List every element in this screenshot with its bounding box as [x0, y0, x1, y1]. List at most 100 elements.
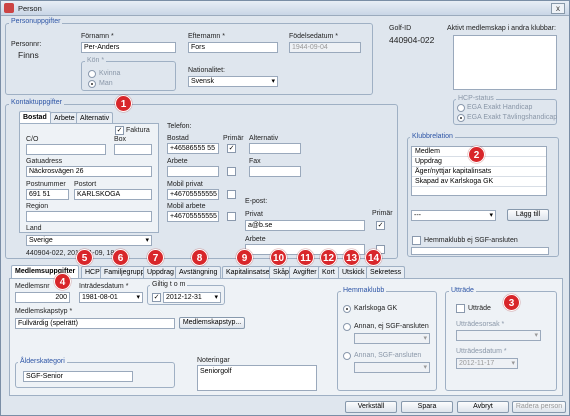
faktura-label: Faktura	[126, 127, 150, 134]
region-field[interactable]	[26, 211, 152, 222]
close-button[interactable]: x	[551, 3, 565, 14]
mobil-arbete-field[interactable]: +46705555555	[167, 211, 219, 222]
callout-badge-7: 7	[147, 249, 164, 266]
tab-utskick[interactable]: Utskick	[338, 266, 369, 278]
hemmaklubb-label: Hemmaklubb	[341, 287, 387, 294]
tab-kapitalinsatser[interactable]: Kapitalinsatser	[222, 266, 276, 278]
callout-badge-13: 13	[343, 249, 360, 266]
callout-badge-8: 8	[191, 249, 208, 266]
hcp-tavling-label: EGA Exakt Tävlingshandicap	[467, 114, 558, 121]
hemmaklubb-annan-ej-radio[interactable]	[343, 323, 351, 331]
arbete-phone-field[interactable]	[167, 166, 219, 177]
epost-arbete-label: Arbete	[245, 236, 266, 243]
telefon-label: Telefon:	[167, 123, 192, 130]
uttrade-checkbox-label: Utträde	[468, 305, 491, 312]
spara-button[interactable]: Spara	[401, 401, 453, 413]
radera-person-button[interactable]: Radera person	[512, 401, 566, 413]
tab-uppdrag[interactable]: Uppdrag	[143, 266, 178, 278]
gatuadress-field[interactable]: Näckrosvägen 26	[26, 166, 152, 177]
hemmaklubb-ej-sgf-label: Hemmaklubb ej SGF-ansluten	[424, 237, 518, 244]
fax-field[interactable]	[249, 166, 301, 177]
tab-sekretess[interactable]: Sekretess	[366, 266, 406, 278]
hemmaklubb-ej-sgf-checkbox[interactable]	[412, 236, 421, 245]
tab-avgifter[interactable]: Avgifter	[289, 266, 321, 278]
arbete-phone-label: Arbete	[167, 158, 188, 165]
golfid-value: 440904-022	[389, 35, 435, 45]
personnr-label: Personnr:	[11, 41, 42, 48]
intradesdatum-field[interactable]: 1981-08-01	[79, 292, 143, 303]
fax-label: Fax	[249, 158, 261, 165]
mobil-arbete-primar-checkbox[interactable]	[227, 212, 236, 221]
mobil-privat-field[interactable]: +46705555555	[167, 189, 219, 200]
medlemskapstyp-button[interactable]: Medlemskapstyp...	[179, 317, 245, 329]
list-item[interactable]: Skapad av Karlskoga GK	[412, 177, 546, 187]
personnr-value: Finns	[18, 50, 39, 60]
mobil-privat-primar-checkbox[interactable]	[227, 190, 236, 199]
fodelsedatum-label: Födelsedatum *	[289, 33, 339, 40]
noteringar-field[interactable]: Seniorgolf	[197, 365, 317, 391]
hemmaklubb-annan-sgf-radio[interactable]	[343, 352, 351, 360]
bostad-phone-field[interactable]: +46586555 55	[167, 143, 219, 154]
postnummer-field[interactable]: 691 51	[26, 189, 69, 200]
efternamn-field[interactable]: Fors	[188, 42, 278, 53]
tab-familjegrupp[interactable]: Familjegrupp	[100, 266, 149, 278]
uttradesdatum-label: Utträdesdatum *	[456, 348, 507, 355]
alternativ-phone-field[interactable]	[249, 143, 301, 154]
title-bar: Person x	[1, 1, 569, 16]
medlemskapstyp-field[interactable]: Fullvärdig (spelrätt)	[15, 318, 175, 329]
phone-primar-label: Primär	[223, 135, 244, 142]
hcp-status-label: HCP-status	[456, 95, 496, 102]
intradesdatum-label: Inträdesdatum *	[79, 283, 129, 290]
tab-kort[interactable]: Kort	[318, 266, 339, 278]
kon-kvinna-radio[interactable]	[88, 70, 96, 78]
land-select[interactable]: Sverige	[26, 235, 152, 246]
golfid-label: Golf-ID	[389, 25, 412, 32]
giltig-checkbox[interactable]: ✓	[152, 293, 161, 302]
aktivt-medlemskap-list[interactable]	[453, 35, 557, 90]
klubbrelation-select[interactable]: ---	[411, 210, 496, 221]
personal-group-label: Personuppgifter	[9, 18, 63, 25]
postort-field[interactable]: KARLSKOGA	[74, 189, 152, 200]
efternamn-label: Efternamn *	[188, 33, 225, 40]
box-field[interactable]	[114, 144, 152, 155]
epost-privat-label: Privat	[245, 211, 263, 218]
app-icon	[4, 3, 14, 13]
tab-avstangning[interactable]: Avstängning	[175, 266, 222, 278]
uttrade-checkbox[interactable]	[456, 304, 465, 313]
box-label: Box	[114, 136, 127, 143]
hemmaklubb-annan-ej-label: Annan, ej SGF-ansluten	[354, 323, 429, 330]
giltig-date-field[interactable]: 2012-12-31	[163, 292, 221, 303]
callout-badge-12: 12	[320, 249, 337, 266]
hemmaklubb-ej-sgf-field[interactable]	[411, 247, 549, 255]
alderskategori-field: SGF-Senior	[23, 371, 133, 382]
avbryt-button[interactable]: Avbryt	[457, 401, 509, 413]
lagg-till-button[interactable]: Lägg till	[507, 209, 549, 221]
epost-privat-field[interactable]: a@b.se	[245, 220, 365, 231]
fornamn-field[interactable]: Per-Anders	[81, 42, 176, 53]
postort-label: Postort	[74, 181, 97, 188]
kon-kvinna-label: Kvinna	[99, 70, 121, 77]
giltig-label: Giltig t o m	[150, 281, 188, 288]
kon-man-radio[interactable]	[88, 80, 96, 88]
co-field[interactable]	[26, 144, 106, 155]
epost-primar-checkbox[interactable]: ✓	[376, 221, 385, 230]
land-label: Land	[26, 225, 42, 232]
postnummer-label: Postnummer	[26, 181, 66, 188]
klubbrelation-label: Klubbrelation	[410, 133, 455, 140]
phone-primar-checkbox[interactable]: ✓	[227, 144, 236, 153]
callout-badge-1: 1	[115, 95, 132, 112]
bostad-phone-label: Bostad	[167, 135, 189, 142]
verkstall-button[interactable]: Verkställ	[345, 401, 397, 413]
fodelsedatum-field: 1944-09-04	[289, 42, 361, 53]
list-item[interactable]: Äger/nyttjar kapitalinsats	[412, 167, 546, 177]
faktura-checkbox[interactable]: ✓	[115, 126, 124, 135]
medlemsnr-field[interactable]: 200	[15, 292, 70, 303]
uttradesdatum-field: 2012-11-17	[456, 358, 518, 369]
nationalitet-select[interactable]: Svensk	[188, 76, 278, 87]
kontakt-group-label: Kontaktuppgifter	[9, 99, 64, 106]
epost-primar-label: Primär	[372, 210, 393, 217]
person-window: Person x Personuppgifter Personnr: Finns…	[0, 0, 570, 416]
arbete-primar-checkbox[interactable]	[227, 167, 236, 176]
kontakt-footer-text: 440904-022, 2011-01-09, 18:...	[26, 250, 123, 257]
hemmaklubb-karlskoga-radio[interactable]	[343, 305, 351, 313]
